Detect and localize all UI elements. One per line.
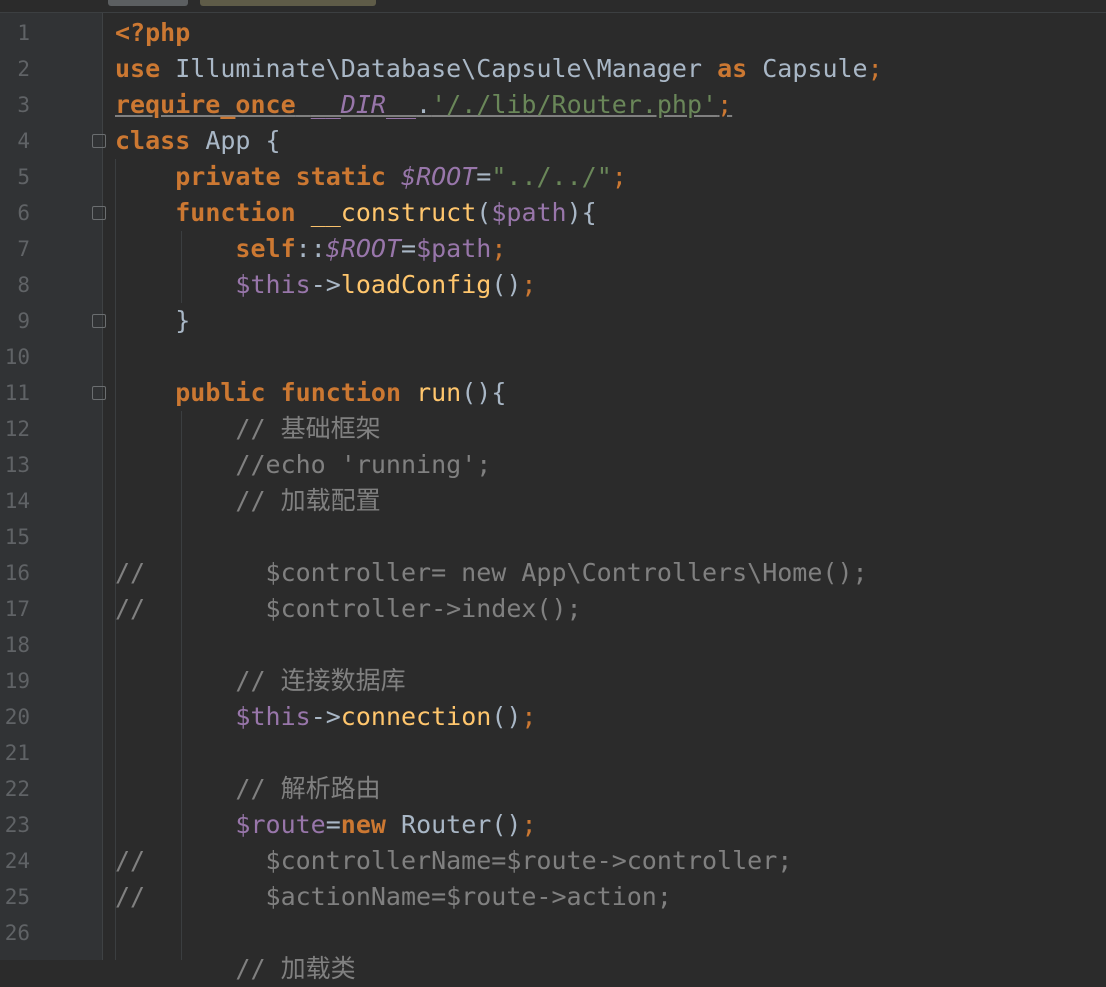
code-line[interactable]: // $controllerName=$route->controller;: [115, 843, 792, 879]
code-line[interactable]: $route=new Router();: [115, 807, 536, 843]
code-line[interactable]: function __construct($path){: [115, 195, 597, 231]
code-line[interactable]: // 连接数据库: [115, 663, 405, 699]
code-line[interactable]: use Illuminate\Database\Capsule\Manager …: [115, 51, 883, 87]
line-number: 9: [17, 309, 30, 333]
code-line[interactable]: // 基础框架: [115, 411, 380, 447]
code-line[interactable]: // 解析路由: [115, 771, 380, 807]
line-number: 26: [4, 921, 30, 945]
line-number: 12: [4, 417, 30, 441]
code-line[interactable]: // 加载类: [115, 951, 355, 987]
line-number: 7: [17, 237, 30, 261]
line-number: 3: [17, 93, 30, 117]
line-number: 18: [4, 633, 30, 657]
editor-tab-active[interactable]: [200, 0, 376, 6]
line-number: 20: [4, 705, 30, 729]
editor-tab[interactable]: [108, 0, 188, 6]
line-number: 21: [4, 741, 30, 765]
code-line[interactable]: self::$ROOT=$path;: [115, 231, 506, 267]
code-line[interactable]: // $actionName=$route->action;: [115, 879, 672, 915]
line-number: 2: [17, 57, 30, 81]
code-line[interactable]: $this->loadConfig();: [115, 267, 536, 303]
line-number: 13: [4, 453, 30, 477]
code-line[interactable]: require_once __DIR__.'/./lib/Router.php'…: [115, 87, 732, 123]
line-number: 14: [4, 489, 30, 513]
line-number: 10: [4, 345, 30, 369]
line-number: 6: [17, 201, 30, 225]
fold-toggle-icon[interactable]: [92, 134, 106, 148]
line-number: 25: [4, 885, 30, 909]
code-line[interactable]: // 加载配置: [115, 483, 380, 519]
editor-tab-bar: [0, 0, 1106, 13]
code-line[interactable]: <?php: [115, 15, 190, 51]
code-line[interactable]: public function run(){: [115, 375, 506, 411]
line-number: 22: [4, 777, 30, 801]
line-number: 19: [4, 669, 30, 693]
fold-toggle-icon[interactable]: [92, 386, 106, 400]
code-line[interactable]: class App {: [115, 123, 281, 159]
line-number: 16: [4, 561, 30, 585]
code-line[interactable]: //echo 'running';: [115, 447, 491, 483]
line-number: 17: [4, 597, 30, 621]
line-number: 15: [4, 525, 30, 549]
code-line[interactable]: // $controller->index();: [115, 591, 582, 627]
fold-toggle-icon[interactable]: [92, 206, 106, 220]
line-number: 5: [17, 165, 30, 189]
fold-end-icon[interactable]: [92, 314, 106, 328]
line-number: 11: [4, 381, 30, 405]
code-line[interactable]: $this->connection();: [115, 699, 536, 735]
line-number: 4: [17, 129, 30, 153]
code-line[interactable]: }: [115, 303, 190, 339]
code-line[interactable]: private static $ROOT="../../";: [115, 159, 627, 195]
code-line[interactable]: // $controller= new App\Controllers\Home…: [115, 555, 868, 591]
line-number: 8: [17, 273, 30, 297]
line-number: 24: [4, 849, 30, 873]
line-number: 23: [4, 813, 30, 837]
line-number: 1: [17, 21, 30, 45]
